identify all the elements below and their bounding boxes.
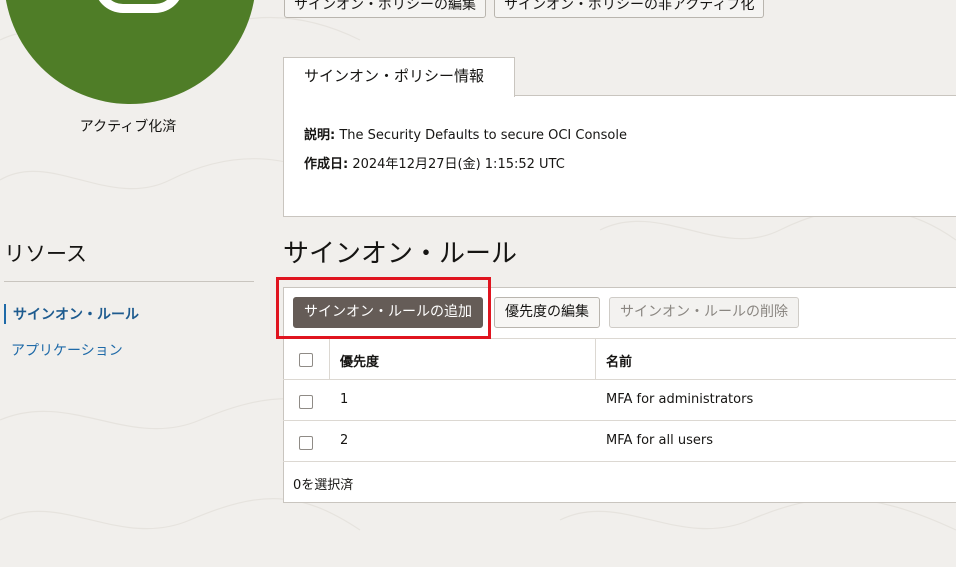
row-name[interactable]: MFA for administrators [606,392,753,407]
policy-info-panel: 説明: The Security Defaults to secure OCI … [283,95,956,217]
add-rule-button[interactable]: サインオン・ルールの追加 [293,297,483,328]
created-label: 作成日: [304,157,349,172]
table-header-top-border [283,338,956,339]
row-name[interactable]: MFA for all users [606,433,713,448]
sidebar-item-signon-rules[interactable]: サインオン・ルール [4,304,139,324]
created-row: 作成日: 2024年12月27日(金) 1:15:52 UTC [304,153,565,172]
select-all-checkbox[interactable] [299,353,313,367]
created-value: 2024年12月27日(金) 1:15:52 UTC [352,157,565,172]
table-footer-divider [283,461,956,462]
edit-policy-button[interactable]: サインオン・ポリシーの編集 [284,0,486,18]
column-header-priority[interactable]: 優先度 [340,351,379,370]
column-divider [595,339,596,379]
row-checkbox[interactable] [299,436,313,450]
section-title: サインオン・ルール [283,239,518,269]
row-priority: 1 [340,392,349,407]
edit-priority-button[interactable]: 優先度の編集 [494,297,600,328]
resources-title: リソース [4,242,87,266]
description-label: 説明: [304,128,336,143]
status-label: アクティブ化済 [79,119,177,135]
selection-count: 0を選択済 [293,478,354,493]
table-header-bottom-border [283,379,956,380]
description-value: The Security Defaults to secure OCI Cons… [339,128,627,143]
tab-policy-info[interactable]: サインオン・ポリシー情報 [283,57,515,97]
sidebar-item-applications[interactable]: アプリケーション [4,340,123,360]
delete-rule-button[interactable]: サインオン・ルールの削除 [609,297,799,328]
column-header-name[interactable]: 名前 [606,351,632,370]
status-glyph [94,0,184,13]
row-checkbox[interactable] [299,395,313,409]
description-row: 説明: The Security Defaults to secure OCI … [304,124,627,143]
column-divider [329,339,330,379]
deactivate-policy-button[interactable]: サインオン・ポリシーの非アクティブ化 [494,0,765,18]
resources-divider [4,281,254,282]
table-row-divider [283,420,956,421]
row-priority: 2 [340,433,349,448]
